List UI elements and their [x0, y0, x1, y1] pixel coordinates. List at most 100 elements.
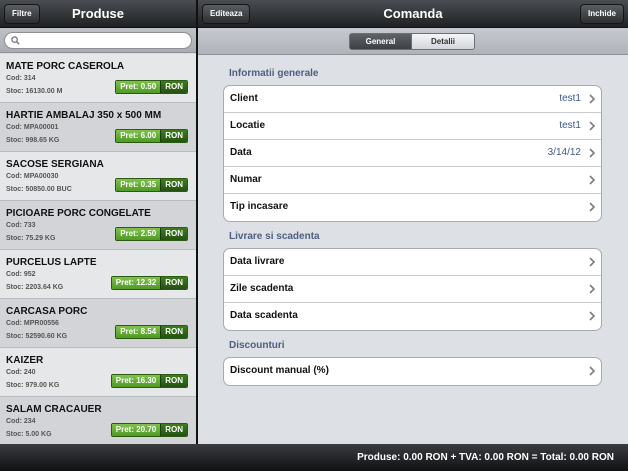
product-name: HARTIE AMBALAJ 350 x 500 MM — [6, 110, 162, 121]
product-stock: Stoc: 50850.00 BUC — [6, 186, 72, 193]
form-row-data[interactable]: Data 3/14/12 — [224, 140, 601, 167]
product-name: SALAM CRACAUER — [6, 404, 102, 415]
price-badge[interactable]: Pret: 2.50 RON — [115, 227, 188, 241]
product-code: Cod: MPA00030 — [6, 173, 59, 180]
order-title: Comanda — [383, 6, 443, 21]
product-name: MATE PORC CASEROLA — [6, 61, 125, 72]
row-value: 3/14/12 — [547, 147, 581, 158]
price-badge[interactable]: Pret: 12.32 RON — [110, 276, 188, 290]
row-label: Numar — [230, 174, 262, 185]
order-panel: Comanda Editeaza Inchide General Detalii… — [198, 0, 628, 471]
tab-general[interactable]: General — [349, 33, 412, 50]
product-code: Cod: 733 — [6, 222, 36, 229]
product-price: Pret: 6.00 — [116, 130, 161, 142]
product-price: Pret: 16.30 — [111, 375, 161, 387]
product-name: PICIOARE PORC CONGELATE — [6, 208, 151, 219]
product-stock: Stoc: 16130.00 M — [6, 88, 63, 95]
product-currency: RON — [160, 277, 187, 289]
product-price: Pret: 8.54 — [116, 326, 161, 338]
products-title: Produse — [71, 6, 124, 21]
chevron-right-icon — [589, 257, 595, 267]
product-currency: RON — [160, 228, 187, 240]
price-badge[interactable]: Pret: 8.54 RON — [115, 325, 188, 339]
chevron-right-icon — [589, 94, 595, 104]
edit-button[interactable]: Editeaza — [202, 4, 251, 24]
form-row-numar[interactable]: Numar — [224, 167, 601, 194]
close-button[interactable]: Inchide — [579, 4, 624, 24]
product-list-item[interactable]: CARCASA PORC Cod: MPR00556 Stoc: 52590.60 … — [0, 299, 196, 348]
products-panel: Filtre Produse MATE PORC CASEROLA Cod: 31… — [0, 0, 196, 471]
product-stock: Stoc: 5.00 KG — [6, 431, 52, 438]
product-code: Cod: 234 — [6, 418, 36, 425]
product-code: Cod: 240 — [6, 369, 36, 376]
product-price: Pret: 0.50 — [116, 81, 161, 93]
product-name: KAIZER — [6, 355, 44, 366]
chevron-right-icon — [589, 148, 595, 158]
product-list-item[interactable]: HARTIE AMBALAJ 350 x 500 MM Cod: MPA00001… — [0, 103, 196, 152]
section-title-discounts: Discounturi — [229, 340, 285, 351]
section-title-general-info: Informatii generale — [229, 68, 319, 79]
row-label: Data livrare — [230, 256, 285, 267]
section-title-delivery: Livrare si scadenta — [229, 231, 320, 242]
chevron-right-icon — [589, 121, 595, 131]
price-badge[interactable]: Pret: 0.35 RON — [115, 178, 188, 192]
form-row-client[interactable]: Client test1 — [224, 86, 601, 113]
row-label: Discount manual (%) — [230, 365, 329, 376]
product-list-item[interactable]: MATE PORC CASEROLA Cod: 314 Stoc: 16130.00… — [0, 54, 196, 103]
product-currency: RON — [160, 179, 187, 191]
product-list: MATE PORC CASEROLA Cod: 314 Stoc: 16130.00… — [0, 54, 196, 446]
product-list-item[interactable]: PICIOARE PORC CONGELATE Cod: 733 Stoc: 75.… — [0, 201, 196, 250]
delivery-group: Data livrare Zile scadenta Data scadenta — [223, 248, 602, 331]
search-bar — [0, 28, 196, 53]
product-code: Cod: MPA00001 — [6, 124, 59, 131]
totals-text: Produse: 0.00 RON + TVA: 0.00 RON = Tota… — [357, 452, 614, 463]
chevron-right-icon — [589, 284, 595, 294]
form-row-data-livrare[interactable]: Data livrare — [224, 249, 601, 276]
row-label: Zile scadenta — [230, 283, 294, 294]
product-name: CARCASA PORC — [6, 306, 88, 317]
price-badge[interactable]: Pret: 0.50 RON — [115, 80, 188, 94]
price-badge[interactable]: Pret: 20.70 RON — [110, 423, 188, 437]
general-info-group: Client test1 Locatie test1 Data 3/14/12 Numar T… — [223, 85, 602, 222]
form-row-zile-scadenta[interactable]: Zile scadenta — [224, 276, 601, 303]
row-label: Tip incasare — [230, 201, 289, 212]
product-price: Pret: 20.70 — [111, 424, 161, 436]
row-value: test1 — [559, 93, 581, 104]
products-navbar: Filtre Produse — [0, 0, 196, 28]
product-stock: Stoc: 2203.64 KG — [6, 284, 64, 291]
tab-details[interactable]: Detalii — [412, 33, 475, 50]
product-price: Pret: 12.32 — [111, 277, 161, 289]
price-badge[interactable]: Pret: 6.00 RON — [115, 129, 188, 143]
form-row-tip-incasare[interactable]: Tip incasare — [224, 194, 601, 221]
search-box[interactable] — [4, 32, 192, 49]
product-list-item[interactable]: KAIZER Cod: 240 Stoc: 979.00 KG Pret: 16.30… — [0, 348, 196, 397]
price-badge[interactable]: Pret: 16.30 RON — [110, 374, 188, 388]
product-name: PURCELUS LAPTE — [6, 257, 97, 268]
row-label: Data scadenta — [230, 310, 298, 321]
search-input[interactable] — [23, 34, 183, 47]
product-list-item[interactable]: SACOSE SERGIANA Cod: MPA00030 Stoc: 50850.… — [0, 152, 196, 201]
product-list-item[interactable]: PURCELUS LAPTE Cod: 952 Stoc: 2203.64 KG Pr… — [0, 250, 196, 299]
chevron-right-icon — [589, 311, 595, 321]
product-name: SACOSE SERGIANA — [6, 159, 104, 170]
form-row-data-scadenta[interactable]: Data scadenta — [224, 303, 601, 330]
form-row-locatie[interactable]: Locatie test1 — [224, 113, 601, 140]
row-label: Data — [230, 147, 252, 158]
chevron-right-icon — [589, 366, 595, 376]
row-label: Client — [230, 93, 258, 104]
product-stock: Stoc: 75.29 KG — [6, 235, 56, 242]
product-list-item[interactable]: SALAM CRACAUER Cod: 234 Stoc: 5.00 KG Pret:… — [0, 397, 196, 446]
filter-button[interactable]: Filtre — [4, 4, 40, 24]
product-stock: Stoc: 52590.60 KG — [6, 333, 68, 340]
totals-bar: Produse: 0.00 RON + TVA: 0.00 RON = Tota… — [0, 444, 628, 471]
tab-bar: General Detalii — [198, 28, 628, 55]
product-stock: Stoc: 979.00 KG — [6, 382, 60, 389]
order-navbar: Comanda Editeaza Inchide — [198, 0, 628, 28]
discounts-group: Discount manual (%) — [223, 357, 602, 386]
row-label: Locatie — [230, 120, 266, 131]
product-price: Pret: 2.50 — [116, 228, 161, 240]
form-row-discount-manual[interactable]: Discount manual (%) — [224, 358, 601, 385]
row-value: test1 — [559, 120, 581, 131]
chevron-right-icon — [589, 202, 595, 212]
search-icon — [11, 36, 20, 45]
